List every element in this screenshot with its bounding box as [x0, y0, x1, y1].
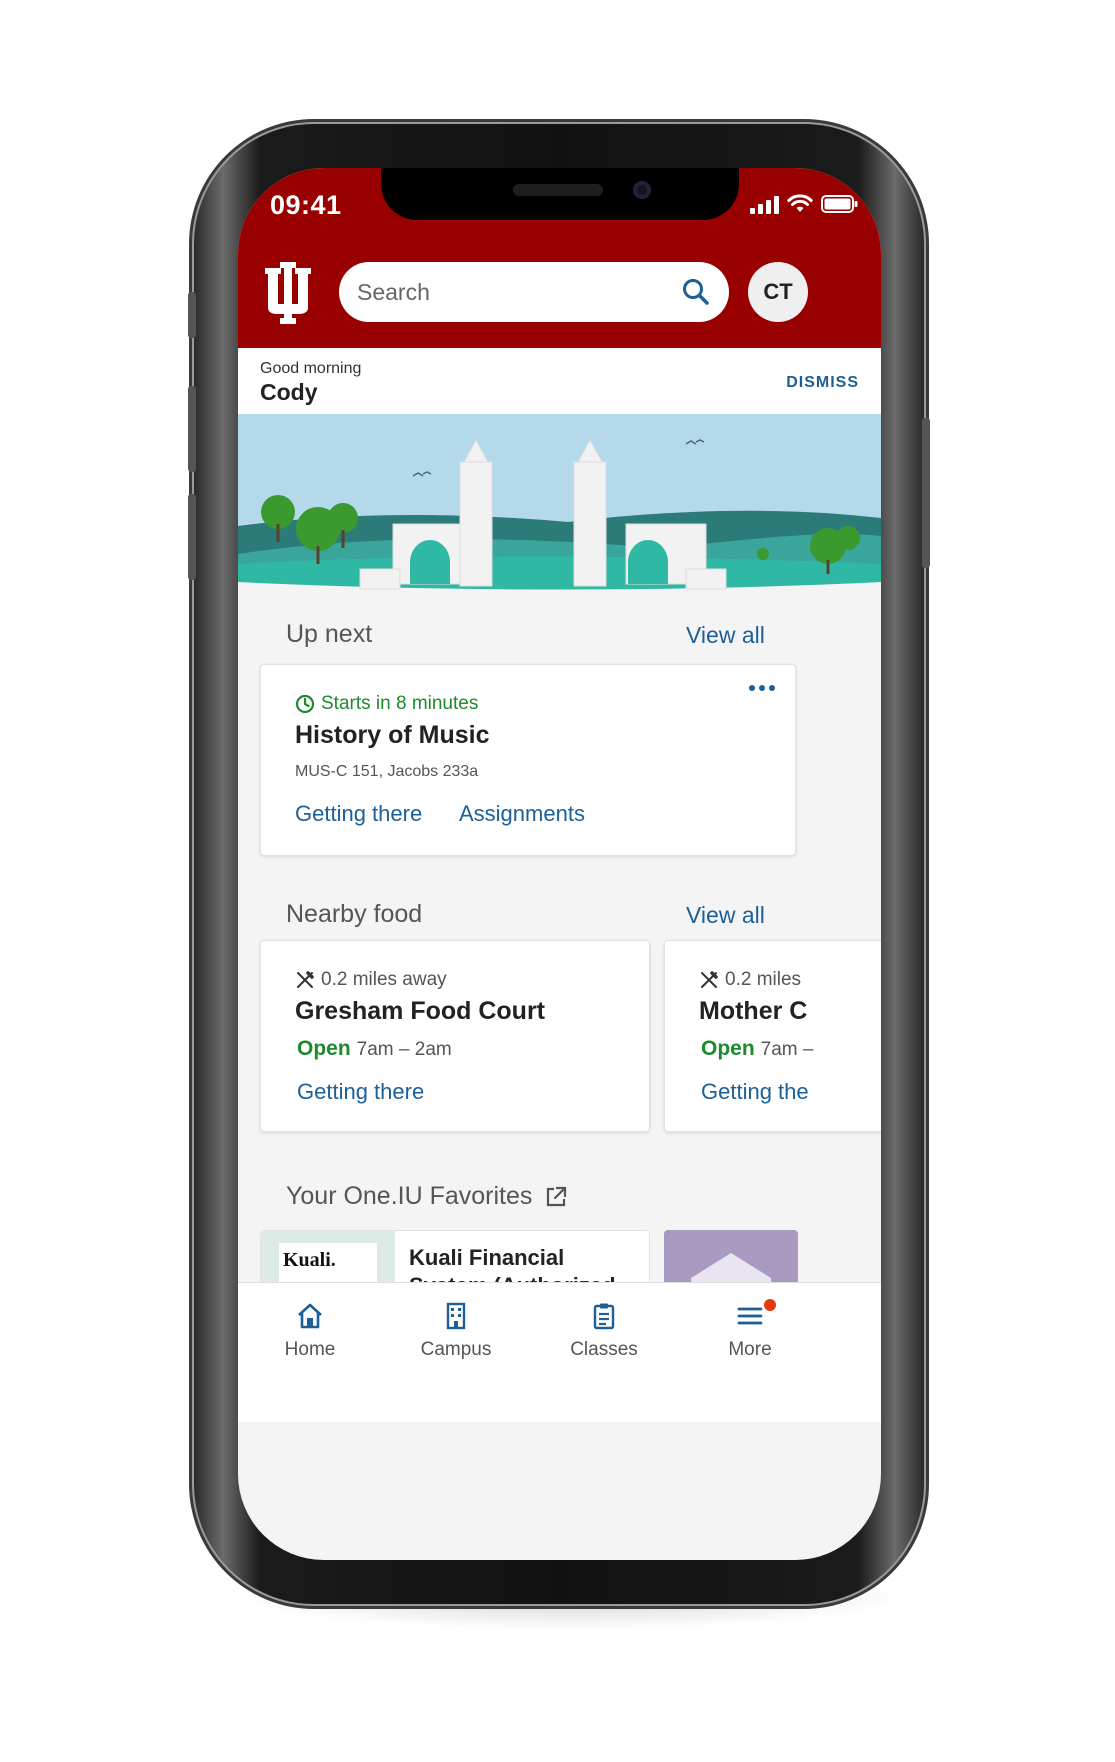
food-open-status: Open: [297, 1037, 351, 1060]
battery-icon: [821, 195, 858, 213]
menu-icon: [737, 1307, 763, 1325]
wifi-icon: [787, 194, 813, 212]
food-distance: 0.2 miles away: [295, 969, 447, 991]
food-distance-text: 0.2 miles: [725, 969, 802, 990]
class-start-status: Starts in 8 minutes: [295, 693, 478, 715]
utensils-icon: [701, 971, 718, 988]
food-hours-text: 7am –: [760, 1039, 814, 1060]
class-card[interactable]: Starts in 8 minutes History of Music MUS…: [260, 664, 796, 856]
food-distance: 0.2 miles: [699, 969, 801, 991]
food-getting-there-link[interactable]: Getting there: [297, 1079, 424, 1105]
tab-more[interactable]: More: [690, 1299, 810, 1361]
food-open-status: Open: [701, 1037, 755, 1060]
front-camera: [633, 181, 651, 199]
up-next-view-all-link[interactable]: View all: [686, 622, 765, 649]
status-icons: [750, 194, 859, 214]
tab-campus-label: Campus: [420, 1339, 492, 1360]
class-getting-there-link[interactable]: Getting there: [295, 801, 422, 827]
class-location: MUS-C 151, Jacobs 233a: [295, 763, 479, 780]
utensils-icon: [297, 971, 314, 988]
notification-badge: [764, 1299, 776, 1311]
phone-screen: 09:41 CT: [238, 168, 881, 1560]
food-card-gresham[interactable]: 0.2 miles away Gresham Food Court Open 7a…: [260, 940, 650, 1132]
up-next-title: Up next: [286, 620, 373, 648]
bottom-tab-bar: Home Campus Classes More: [238, 1282, 881, 1422]
search-input[interactable]: [357, 278, 681, 306]
mute-switch: [188, 292, 196, 338]
tab-home[interactable]: Home: [250, 1301, 370, 1361]
tab-classes[interactable]: Classes: [544, 1301, 664, 1361]
class-title: History of Music: [295, 721, 490, 749]
search-icon[interactable]: [681, 277, 711, 307]
more-options-icon[interactable]: [749, 685, 775, 691]
status-time: 09:41: [270, 190, 342, 220]
food-name: Gresham Food Court: [295, 997, 546, 1025]
nearby-food-title: Nearby food: [286, 900, 423, 928]
kuali-logo-text: Kuali.: [283, 1249, 336, 1271]
greeting-salutation: Good morning: [260, 360, 362, 377]
favorite-kuali-card[interactable]: Kuali. Kuali Financial System (Authorize…: [260, 1230, 650, 1290]
food-name: Mother C: [699, 997, 808, 1025]
dismiss-button[interactable]: DISMISS: [786, 374, 859, 392]
volume-up-button: [188, 386, 196, 472]
nearby-food-view-all-link[interactable]: View all: [686, 902, 765, 929]
food-distance-text: 0.2 miles away: [321, 969, 447, 990]
favorite-card-2[interactable]: [664, 1230, 798, 1290]
tab-campus[interactable]: Campus: [396, 1301, 516, 1361]
cellular-signal-icon: [750, 194, 779, 214]
food-hours-text: 7am – 2am: [356, 1039, 452, 1060]
device-notch: [381, 168, 739, 220]
search-bar[interactable]: [339, 262, 729, 322]
tab-more-label: More: [728, 1339, 772, 1360]
food-hours: Open 7am – 2am: [297, 1037, 452, 1061]
clipboard-icon: [593, 1303, 615, 1330]
speaker-grille: [513, 184, 603, 196]
class-assignments-link[interactable]: Assignments: [459, 801, 585, 827]
clock-icon: [295, 694, 315, 714]
external-link-icon[interactable]: [544, 1185, 568, 1209]
tab-home-label: Home: [284, 1339, 336, 1360]
food-card-mother[interactable]: 0.2 miles Mother C Open 7am – Getting the: [664, 940, 881, 1132]
favorites-title-text: Your One.IU Favorites: [286, 1182, 533, 1210]
favorite-name: Kuali Financial: [409, 1245, 565, 1270]
food-getting-there-link[interactable]: Getting the: [701, 1079, 809, 1105]
class-start-text: Starts in 8 minutes: [321, 693, 479, 714]
campus-gates-illustration: [238, 414, 881, 604]
tab-classes-label: Classes: [570, 1339, 638, 1360]
user-avatar[interactable]: CT: [748, 262, 808, 322]
home-icon: [298, 1303, 322, 1329]
favorites-title: Your One.IU Favorites: [286, 1182, 568, 1211]
power-button: [922, 418, 930, 568]
volume-down-button: [188, 494, 196, 580]
food-hours: Open 7am –: [701, 1037, 813, 1061]
greeting-banner: Good morning Cody DISMISS: [238, 348, 881, 414]
greeting-name: Cody: [260, 379, 318, 405]
iu-trident-logo: [265, 262, 311, 324]
building-icon: [446, 1302, 466, 1330]
